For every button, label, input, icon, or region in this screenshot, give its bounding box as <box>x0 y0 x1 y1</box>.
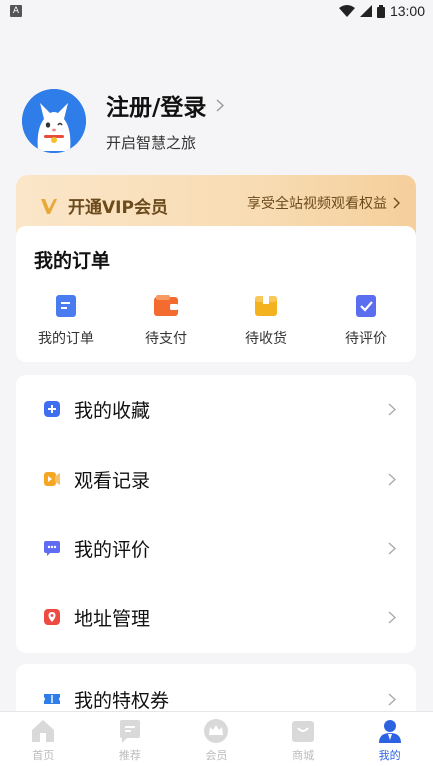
chevron-right-icon <box>393 197 400 209</box>
clock: 13:00 <box>389 3 425 19</box>
status-right: 13:00 <box>338 3 425 19</box>
menu-item-label: 我的特权券 <box>74 689 170 712</box>
orders-row: 我的订单 待支付 待收货 待评价 <box>16 294 416 348</box>
avatar[interactable] <box>22 88 86 153</box>
login-link[interactable]: 注册/登录 <box>106 88 225 122</box>
tab-vip[interactable]: 会员 <box>173 712 260 766</box>
login-title[interactable]: 注册/登录 <box>106 88 206 122</box>
cat-avatar-icon <box>22 88 86 153</box>
tab-profile[interactable]: 我的 <box>346 712 433 766</box>
tab-label: 首页 <box>32 749 55 762</box>
vip-benefit-link[interactable]: 享受全站视频观看权益 <box>247 193 400 213</box>
battery-icon <box>376 4 385 18</box>
chevron-right-icon <box>388 402 396 416</box>
wifi-icon <box>338 5 355 17</box>
order-item-label: 待收货 <box>245 331 287 347</box>
tab-shop[interactable]: 商城 <box>260 712 347 766</box>
tab-label: 我的 <box>378 749 401 762</box>
orders-card: 我的订单 我的订单 待支付 待收货 待评价 <box>16 226 416 362</box>
chevron-right-icon <box>388 541 396 555</box>
order-item-unpaid[interactable]: 待支付 <box>116 294 216 348</box>
chevron-right-icon <box>388 610 396 624</box>
menu-item-history[interactable]: 观看记录 <box>16 445 416 513</box>
vip-benefit: 享受全站视频观看权益 <box>247 196 387 212</box>
history-icon <box>44 472 60 486</box>
vip-title: 开通VIP会员 <box>68 198 168 218</box>
wallet-icon <box>154 295 178 316</box>
coupon-icon <box>44 694 60 704</box>
chevron-right-icon <box>388 692 396 706</box>
order-item-review[interactable]: 待评价 <box>316 294 416 348</box>
package-icon <box>255 296 277 316</box>
menu-item-reviews[interactable]: 我的评价 <box>16 514 416 582</box>
tab-home[interactable]: 首页 <box>0 712 87 766</box>
favorite-icon <box>44 401 60 417</box>
order-item-label: 待评价 <box>345 331 387 347</box>
profile-subtitle: 开启智慧之旅 <box>106 134 197 152</box>
order-list-icon <box>56 295 76 317</box>
chevron-right-icon <box>388 472 396 486</box>
orders-title: 我的订单 <box>34 250 111 272</box>
review-icon <box>356 295 376 317</box>
crown-icon <box>204 719 229 743</box>
tab-label: 推荐 <box>118 749 141 762</box>
menu-item-label: 我的评价 <box>74 538 151 561</box>
tab-label: 会员 <box>205 749 228 762</box>
comment-icon <box>44 541 60 556</box>
menu-item-favorites[interactable]: 我的收藏 <box>16 375 416 443</box>
home-icon <box>32 720 55 742</box>
menu-item-label: 地址管理 <box>74 607 151 630</box>
order-item-label: 我的订单 <box>38 331 94 347</box>
bottom-tab-bar: 首页 推荐 会员 商城 我的 <box>0 711 433 766</box>
vip-v-icon <box>41 198 57 214</box>
order-item-label: 待支付 <box>145 331 187 347</box>
profile-header[interactable]: 注册/登录 开启智慧之旅 <box>22 88 225 153</box>
notification-indicator: A <box>10 5 22 17</box>
menu-card: 我的收藏 观看记录 我的评价 地址管理 <box>16 375 416 653</box>
status-bar: A 13:00 <box>0 0 433 22</box>
shop-icon <box>292 721 315 742</box>
location-icon <box>44 609 60 625</box>
menu-item-label: 观看记录 <box>74 469 151 492</box>
menu-item-label: 我的收藏 <box>74 399 151 422</box>
recommend-icon <box>119 720 140 743</box>
chevron-right-icon <box>216 98 225 112</box>
order-item-all[interactable]: 我的订单 <box>16 294 116 348</box>
signal-icon <box>359 5 372 17</box>
menu-item-address[interactable]: 地址管理 <box>16 583 416 651</box>
tab-recommend[interactable]: 推荐 <box>87 712 174 766</box>
order-item-shipping[interactable]: 待收货 <box>216 294 316 348</box>
profile-icon <box>378 720 401 743</box>
tab-label: 商城 <box>292 749 315 762</box>
